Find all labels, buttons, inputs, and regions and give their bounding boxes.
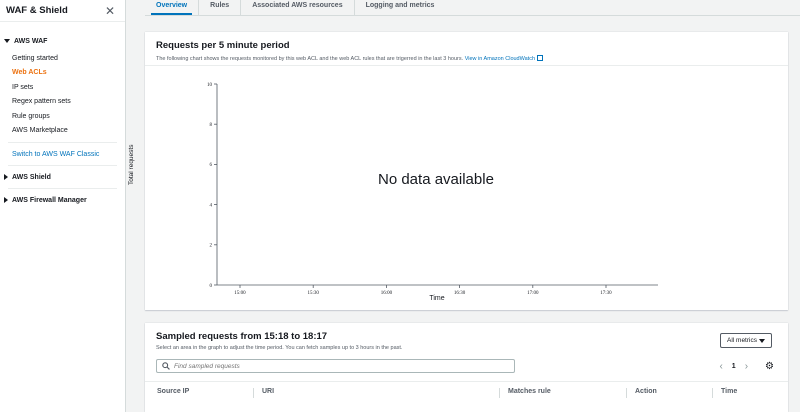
switch-to-classic-link[interactable]: Switch to AWS WAF Classic bbox=[0, 147, 125, 161]
sidebar-item-ip-sets[interactable]: IP sets bbox=[0, 80, 125, 95]
tab-bar: Overview Rules Associated AWS resources … bbox=[145, 0, 445, 15]
sidebar-item-rule-groups[interactable]: Rule groups bbox=[0, 109, 125, 124]
cloudwatch-link[interactable]: View in Amazon CloudWatch bbox=[465, 56, 535, 62]
sidebar-divider bbox=[8, 142, 117, 143]
column-source-ip[interactable]: Source IP bbox=[149, 388, 189, 398]
tab-rules[interactable]: Rules bbox=[198, 0, 240, 15]
caret-right-icon bbox=[4, 197, 8, 203]
pagination: ‹ 1 › ⚙ bbox=[719, 361, 774, 372]
sidebar-item-aws-marketplace[interactable]: AWS Marketplace bbox=[0, 124, 125, 139]
sampled-requests-search[interactable] bbox=[156, 359, 515, 373]
requests-panel-title: Requests per 5 minute period bbox=[156, 40, 290, 51]
close-icon[interactable]: ✕ bbox=[105, 5, 115, 17]
gear-icon[interactable]: ⚙ bbox=[765, 361, 774, 372]
caret-right-icon bbox=[4, 174, 8, 180]
no-data-message: No data available bbox=[378, 171, 494, 188]
side-navigation: WAF & Shield ✕ AWS WAF Getting started W… bbox=[0, 0, 126, 412]
external-link-icon bbox=[537, 55, 544, 61]
tab-associated-aws-resources[interactable]: Associated AWS resources bbox=[240, 0, 353, 15]
chevron-left-icon[interactable]: ‹ bbox=[719, 361, 722, 372]
sidebar-section-aws-shield[interactable]: AWS Shield bbox=[0, 170, 125, 184]
chevron-right-icon[interactable]: › bbox=[745, 361, 748, 372]
sidebar-item-getting-started[interactable]: Getting started bbox=[0, 51, 125, 66]
tab-logging-and-metrics[interactable]: Logging and metrics bbox=[353, 0, 446, 15]
sidebar-section-label: AWS Firewall Manager bbox=[12, 196, 87, 204]
sidebar-section-aws-waf[interactable]: AWS WAF bbox=[0, 34, 125, 48]
panel-header-divider bbox=[145, 65, 788, 66]
sidebar-section-label: AWS WAF bbox=[14, 37, 48, 45]
sampled-requests-panel: Sampled requests from 15:18 to 18:17 Sel… bbox=[145, 323, 788, 412]
page-number[interactable]: 1 bbox=[732, 363, 736, 370]
column-matches-rule[interactable]: Matches rule bbox=[499, 388, 551, 398]
all-metrics-label: All metrics bbox=[727, 337, 757, 344]
tab-overview[interactable]: Overview bbox=[145, 0, 198, 15]
search-icon bbox=[162, 362, 170, 370]
column-action[interactable]: Action bbox=[626, 388, 657, 398]
column-uri[interactable]: URI bbox=[253, 388, 274, 398]
sidebar-item-regex-pattern-sets[interactable]: Regex pattern sets bbox=[0, 95, 125, 110]
caret-down-icon bbox=[4, 39, 10, 43]
side-nav-header: WAF & Shield ✕ bbox=[0, 0, 125, 22]
sampled-requests-title: Sampled requests from 15:18 to 18:17 bbox=[156, 331, 328, 342]
all-metrics-dropdown[interactable]: All metrics bbox=[720, 333, 772, 348]
caret-down-icon bbox=[758, 338, 765, 343]
requests-panel-description: The following chart shows the requests m… bbox=[156, 55, 777, 62]
sidebar-section-firewall-manager[interactable]: AWS Firewall Manager bbox=[0, 193, 125, 207]
column-time[interactable]: Time bbox=[712, 388, 737, 398]
chart-y-axis-label: Total requests bbox=[128, 144, 135, 185]
sidebar-item-web-acls[interactable]: Web ACLs bbox=[0, 66, 125, 81]
sidebar-divider bbox=[8, 165, 117, 166]
side-nav-title: WAF & Shield bbox=[6, 5, 68, 16]
sidebar-divider bbox=[8, 188, 117, 189]
tab-divider bbox=[145, 15, 800, 16]
search-input[interactable] bbox=[174, 362, 504, 370]
sidebar-section-label: AWS Shield bbox=[12, 173, 51, 181]
requests-panel-header: Requests per 5 minute period The followi… bbox=[145, 32, 788, 62]
sampled-requests-description: Select an area in the graph to adjust th… bbox=[156, 345, 403, 351]
description-text: The following chart shows the requests m… bbox=[156, 56, 464, 62]
table-header-row: Source IP URI Matches rule Action Time bbox=[145, 381, 788, 401]
